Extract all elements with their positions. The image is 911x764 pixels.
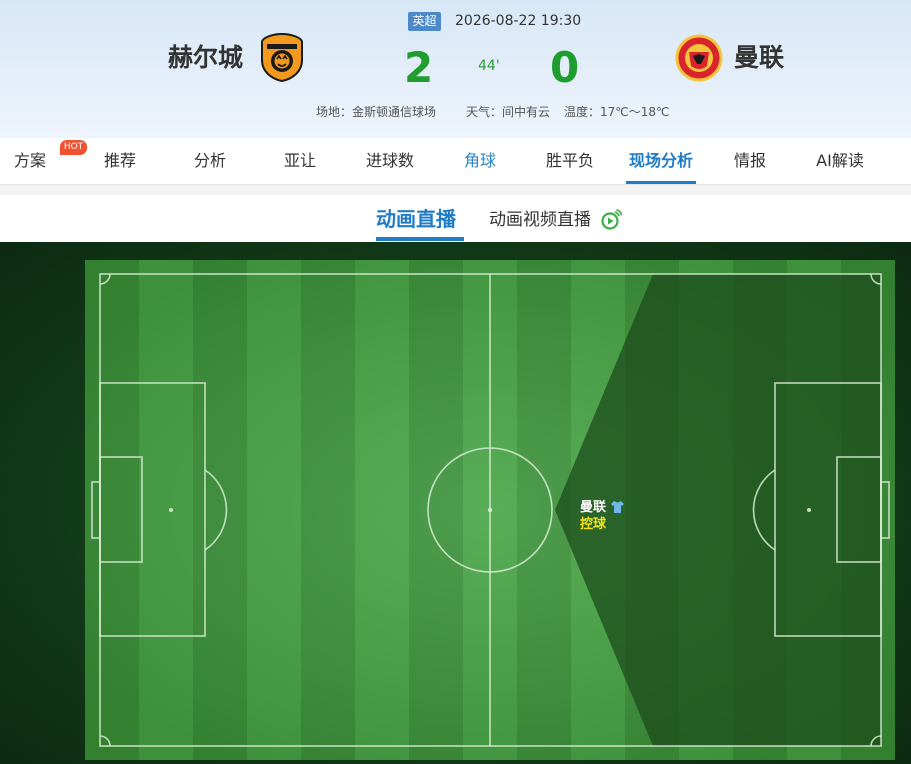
blue-shirt-icon [611,501,624,513]
live-broadcast-icon[interactable] [600,209,622,231]
hot-badge: HOT [60,140,87,155]
tab-ai-insight[interactable]: AI解读 [805,138,875,184]
tab-intel[interactable]: 情报 [720,138,780,184]
temperature-info: 温度：17℃～18℃ [564,105,670,119]
tab-live-analysis[interactable]: 现场分析 [621,138,701,184]
active-tab-indicator [626,181,696,184]
home-team-name[interactable]: 赫尔城 [168,40,243,76]
weather-info: 天气：间中有云 [466,105,551,119]
tab-goals[interactable]: 进球数 [360,138,420,184]
tab-plan[interactable]: 方案 [0,138,60,184]
possession-status-label: 控球 [580,517,607,532]
home-score: 2 [404,43,434,92]
subtab-animation-live[interactable]: 动画直播 [376,205,456,233]
center-spot [487,507,493,513]
match-datetime: 2026-08-22 19:30 [455,13,582,29]
tab-result[interactable]: 胜平负 [540,138,600,184]
tab-asian-handicap[interactable]: 亚让 [270,138,330,184]
away-score: 0 [550,43,580,92]
right-penalty-spot [807,508,811,512]
tab-analysis[interactable]: 分析 [180,138,240,184]
away-team-name[interactable]: 曼联 [734,40,784,76]
left-penalty-spot [169,508,173,512]
tab-corners[interactable]: 角球 [450,138,510,184]
section-divider [0,185,911,195]
subtab-active-indicator [376,237,464,241]
possession-team-label: 曼联 [580,500,607,515]
manchester-united-crest-icon[interactable] [673,34,725,82]
football-pitch [85,260,895,760]
match-minute: 44' [478,58,500,74]
match-header: 英超 2026-08-22 19:30 赫尔城 2 44' 0 曼联 场地：金斯… [0,0,911,138]
subtab-animation-video-live[interactable]: 动画视频直播 [489,208,591,232]
tab-recommend[interactable]: 推荐 [90,138,150,184]
league-badge[interactable]: 英超 [408,12,441,31]
analysis-tabs: 方案 推荐 分析 亚让 进球数 角球 胜平负 现场分析 情报 AI解读 [0,138,911,185]
hull-city-crest-icon[interactable] [259,32,305,82]
venue-info: 场地：金斯顿通信球场 [316,105,437,119]
